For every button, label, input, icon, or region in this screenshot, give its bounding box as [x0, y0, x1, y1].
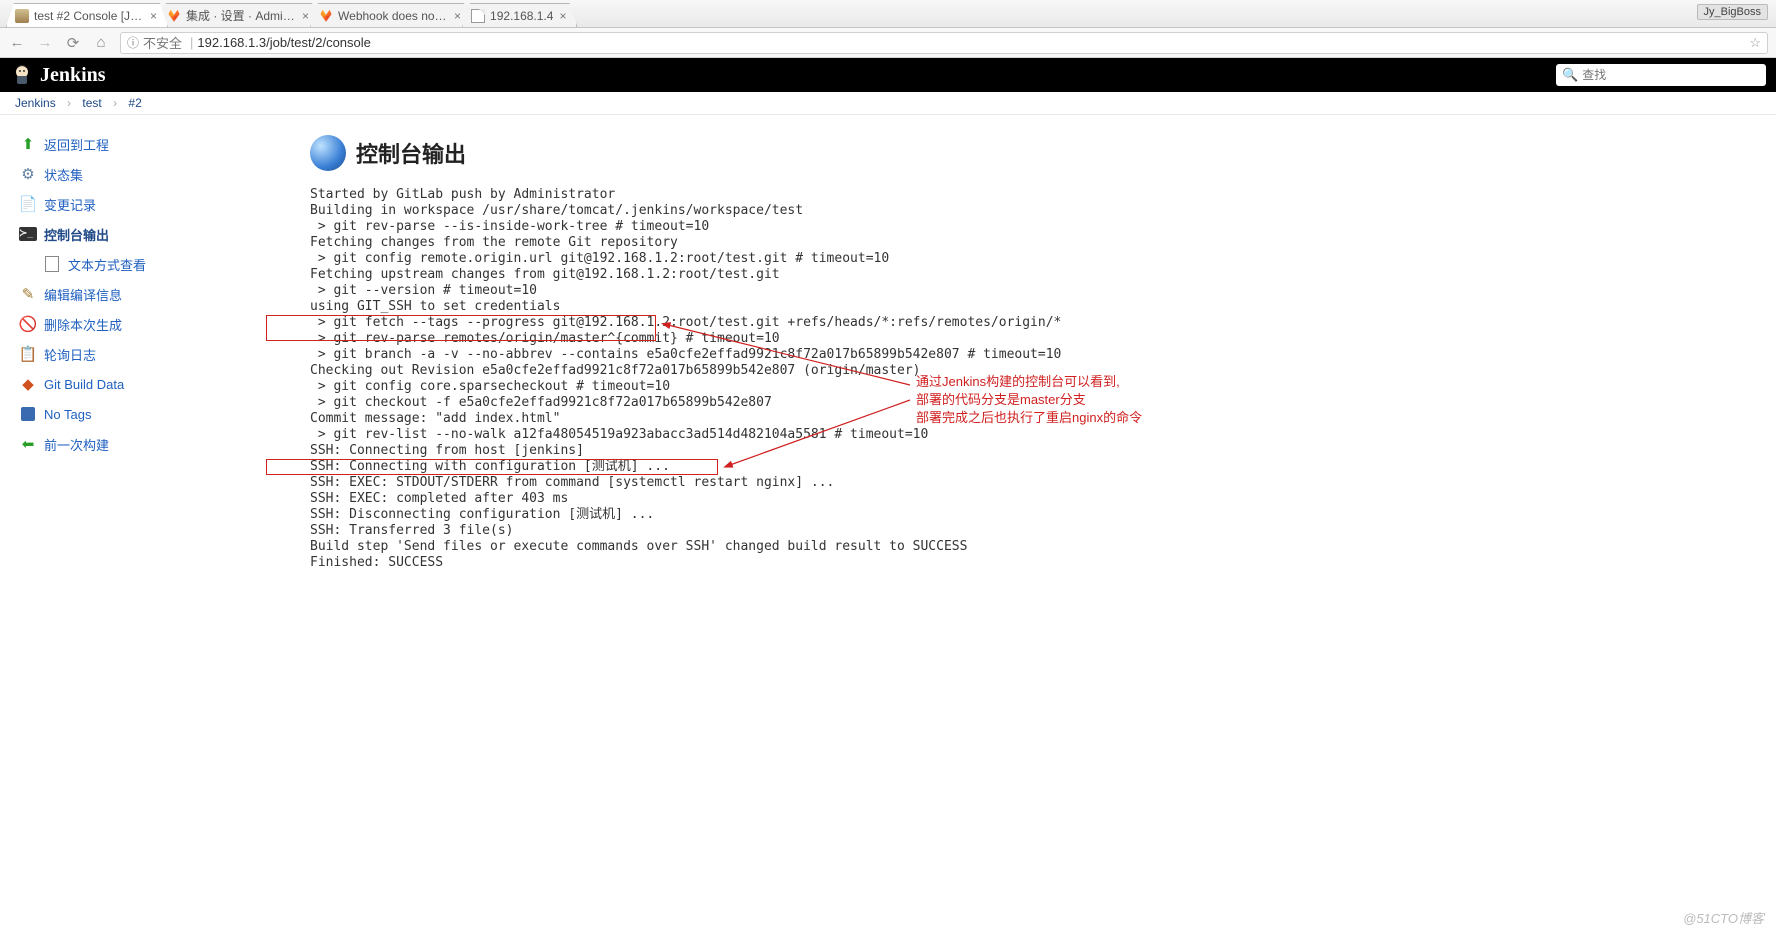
forbid-icon: 🚫 [18, 314, 38, 334]
browser-tab[interactable]: 192.168.1.4 × [462, 3, 577, 27]
annotation-text: 通过Jenkins构建的控制台可以看到,部署的代码分支是master分支部署完成… [916, 373, 1142, 427]
url-text: 192.168.1.3/job/test/2/console [197, 35, 370, 50]
home-icon[interactable]: ⌂ [92, 34, 110, 51]
sidebar-item-back-to-project[interactable]: ⬆ 返回到工程 [14, 129, 280, 159]
sidebar: ⬆ 返回到工程 ⚙ 状态集 📄 变更记录 ≻_ 控制台输出文本方式查看 ✎ 编辑编译信息 🚫 删除本次… [0, 115, 280, 591]
tab-label: Webhook does not wo [338, 9, 448, 23]
omnibox[interactable]: ⓘ 不安全 | 192.168.1.3/job/test/2/console ☆ [120, 32, 1768, 54]
sidebar-item-status[interactable]: ⚙ 状态集 [14, 159, 280, 189]
sidebar-item-changes[interactable]: 📄 变更记录 [14, 189, 280, 219]
tab-close-icon[interactable]: × [454, 9, 461, 23]
txt-icon [42, 254, 62, 274]
breadcrumb: Jenkins › test › #2 [0, 92, 1776, 115]
sidebar-item-no-tags[interactable]: No Tags [14, 399, 280, 429]
watermark: @51CTO博客 [1683, 908, 1764, 927]
insecure-label: 不安全 [143, 33, 182, 52]
sidebar-item-view-as-text[interactable]: 文本方式查看 [14, 249, 280, 279]
sidebar-item-edit-build-info[interactable]: ✎ 编辑编译信息 [14, 279, 280, 309]
sidebar-item-label: 轮询日志 [44, 345, 96, 364]
profile-badge[interactable]: Jy_BigBoss [1697, 4, 1768, 20]
search-icon: 🔍 [1562, 67, 1578, 83]
page-favicon-icon [471, 9, 485, 23]
insecure-icon: ⓘ [127, 34, 139, 51]
sidebar-item-label: 编辑编译信息 [44, 285, 122, 304]
tab-close-icon[interactable]: × [302, 9, 309, 23]
sidebar-item-label: No Tags [44, 407, 91, 422]
sidebar-item-label: 删除本次生成 [44, 315, 122, 334]
tab-label: test #2 Console [Jenkin [34, 9, 144, 23]
sidebar-item-label: 返回到工程 [44, 135, 109, 154]
jenkins-brand[interactable]: Jenkins [40, 64, 106, 87]
reload-icon[interactable]: ⟳ [64, 34, 82, 52]
gitlab-favicon-icon [167, 9, 181, 23]
up-icon: ⬆ [18, 134, 38, 154]
sidebar-item-git-build-data[interactable]: ◆ Git Build Data [14, 369, 280, 399]
doc-icon: 📄 [18, 194, 38, 214]
clip-icon: 📋 [18, 344, 38, 364]
sidebar-item-label: 变更记录 [44, 195, 96, 214]
tab-close-icon[interactable]: × [150, 9, 157, 23]
jenkins-header: Jenkins 🔍 [0, 58, 1776, 92]
sidebar-item-delete-build[interactable]: 🚫 删除本次生成 [14, 309, 280, 339]
sidebar-item-label: 文本方式查看 [68, 255, 146, 274]
git-icon: ◆ [18, 374, 38, 394]
bookmark-star-icon[interactable]: ☆ [1749, 35, 1761, 51]
search-input[interactable] [1582, 68, 1752, 82]
forward-icon: → [36, 34, 54, 51]
content-area: 控制台输出 Started by GitLab push by Administ… [280, 115, 1091, 591]
page-title: 控制台输出 [356, 137, 466, 169]
jenkins-search[interactable]: 🔍 [1556, 64, 1766, 86]
crumb-jenkins[interactable]: Jenkins [15, 96, 56, 110]
tag-icon [18, 404, 38, 424]
jenkins-logo-icon [10, 63, 34, 87]
tab-close-icon[interactable]: × [559, 9, 566, 23]
build-status-orb-icon [310, 135, 346, 171]
sidebar-item-label: 控制台输出 [44, 225, 109, 244]
sidebar-item-console-output[interactable]: ≻_ 控制台输出 [14, 219, 280, 249]
sidebar-item-label: 前一次构建 [44, 435, 109, 454]
term-icon: ≻_ [18, 224, 38, 244]
browser-tab[interactable]: Webhook does not wo × [310, 3, 472, 27]
browser-tab-strip: test #2 Console [Jenkin×集成 · 设置 · Admini… [0, 0, 1776, 28]
tab-label: 192.168.1.4 [490, 9, 553, 23]
pencil-icon: ✎ [18, 284, 38, 304]
left-icon: ⬅ [18, 434, 38, 454]
back-icon[interactable]: ← [8, 34, 26, 51]
gear-icon: ⚙ [18, 164, 38, 184]
tab-label: 集成 · 设置 · Administrat [186, 7, 296, 24]
browser-tab[interactable]: test #2 Console [Jenkin × [6, 3, 168, 27]
sidebar-item-previous-build[interactable]: ⬅ 前一次构建 [14, 429, 280, 459]
browser-tab[interactable]: 集成 · 设置 · Administrat × [158, 3, 320, 27]
crumb-build[interactable]: #2 [128, 96, 141, 110]
gitlab-favicon-icon [319, 9, 333, 23]
jenkins-favicon-icon [15, 9, 29, 23]
sidebar-item-label: 状态集 [44, 165, 83, 184]
browser-address-bar: ← → ⟳ ⌂ ⓘ 不安全 | 192.168.1.3/job/test/2/c… [0, 28, 1776, 58]
sidebar-item-polling-log[interactable]: 📋 轮询日志 [14, 339, 280, 369]
sidebar-item-label: Git Build Data [44, 377, 124, 392]
crumb-job[interactable]: test [82, 96, 101, 110]
